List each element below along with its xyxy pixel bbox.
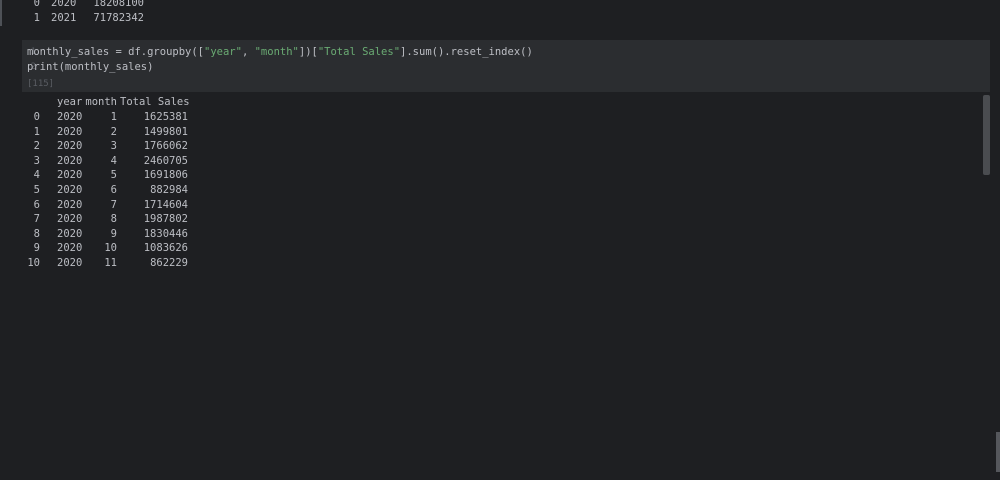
row-index: 10	[27, 257, 40, 269]
year-value: 2020	[57, 227, 83, 240]
row-index: 4	[33, 169, 40, 182]
row-index: 0	[33, 111, 40, 123]
month-value: 8	[110, 213, 117, 226]
row-index: 0	[33, 0, 40, 9]
total-value: 71782342	[93, 12, 144, 24]
code-token: monthly_sales = df.groupby([	[27, 46, 205, 58]
total-sales-value: 1766062	[143, 140, 188, 153]
month-value: 11	[104, 257, 117, 269]
month-value: 2	[110, 125, 117, 138]
total-sales-value: 1714604	[143, 198, 188, 211]
year-value: 2020	[57, 198, 83, 211]
code-token: ].sum().reset_index()	[400, 46, 533, 58]
row-index: 3	[33, 154, 40, 167]
execution-count: [115]	[27, 79, 55, 89]
year-value: 2020	[51, 0, 77, 9]
column-header-year: year	[57, 96, 83, 108]
code-token: ])[	[298, 46, 318, 58]
year-value: 2020	[57, 125, 83, 138]
year-value: 2020	[57, 169, 83, 182]
row-index: 2	[33, 140, 40, 153]
string-token: "Total Sales"	[317, 46, 401, 58]
row-index: 6	[33, 198, 40, 211]
total-sales-value: 1083626	[143, 242, 188, 255]
total-sales-value: 1987802	[143, 213, 188, 226]
month-value: 7	[110, 198, 117, 211]
string-token: "month"	[254, 46, 299, 58]
string-token: "year"	[204, 46, 242, 58]
month-value: 3	[110, 140, 117, 153]
month-value: 4	[110, 154, 117, 167]
total-value: 18208100	[93, 0, 144, 9]
year-value: 2020	[57, 213, 83, 226]
row-index: 9	[33, 242, 40, 255]
year-value: 2020	[57, 242, 83, 255]
month-value: 6	[110, 184, 117, 196]
month-value: 10	[104, 242, 117, 255]
total-sales-value: 1830446	[143, 227, 188, 240]
year-value: 2020	[57, 140, 83, 153]
row-index: 1	[33, 12, 40, 24]
month-value: 5	[110, 169, 117, 182]
year-value: 2020	[57, 111, 83, 123]
total-sales-value: 882984	[150, 184, 188, 196]
total-sales-value: 1625381	[143, 111, 188, 123]
month-value: 9	[110, 227, 117, 240]
total-sales-value: 2460705	[143, 154, 188, 167]
code-line-1[interactable]: monthly_sales = df.groupby(["year", "mon…	[27, 45, 533, 60]
output-scrollbar[interactable]	[983, 95, 990, 175]
year-value: 2020	[57, 184, 83, 196]
row-index: 8	[33, 227, 40, 240]
column-header-total-sales: Total Sales	[120, 96, 190, 108]
code-token: ,	[241, 46, 255, 58]
cell-output: year month Total Sales 0 2020 1 1625381 1 2020 2 1…	[0, 95, 990, 270]
column-header-month: month	[85, 96, 117, 108]
row-index: 1	[33, 125, 40, 138]
year-value: 2020	[57, 257, 83, 269]
row-index: 7	[33, 213, 40, 226]
total-sales-value: 862229	[150, 257, 188, 269]
month-value: 1	[110, 111, 117, 123]
year-value: 2020	[57, 154, 83, 167]
cell-gutter-marker	[0, 0, 2, 26]
row-index: 5	[33, 184, 40, 196]
total-sales-value: 1691806	[143, 169, 188, 182]
page-scrollbar[interactable]	[996, 432, 1000, 472]
total-sales-value: 1499801	[143, 125, 188, 138]
code-line-2[interactable]: print(monthly_sales)	[27, 60, 153, 75]
year-value: 2021	[51, 12, 77, 24]
